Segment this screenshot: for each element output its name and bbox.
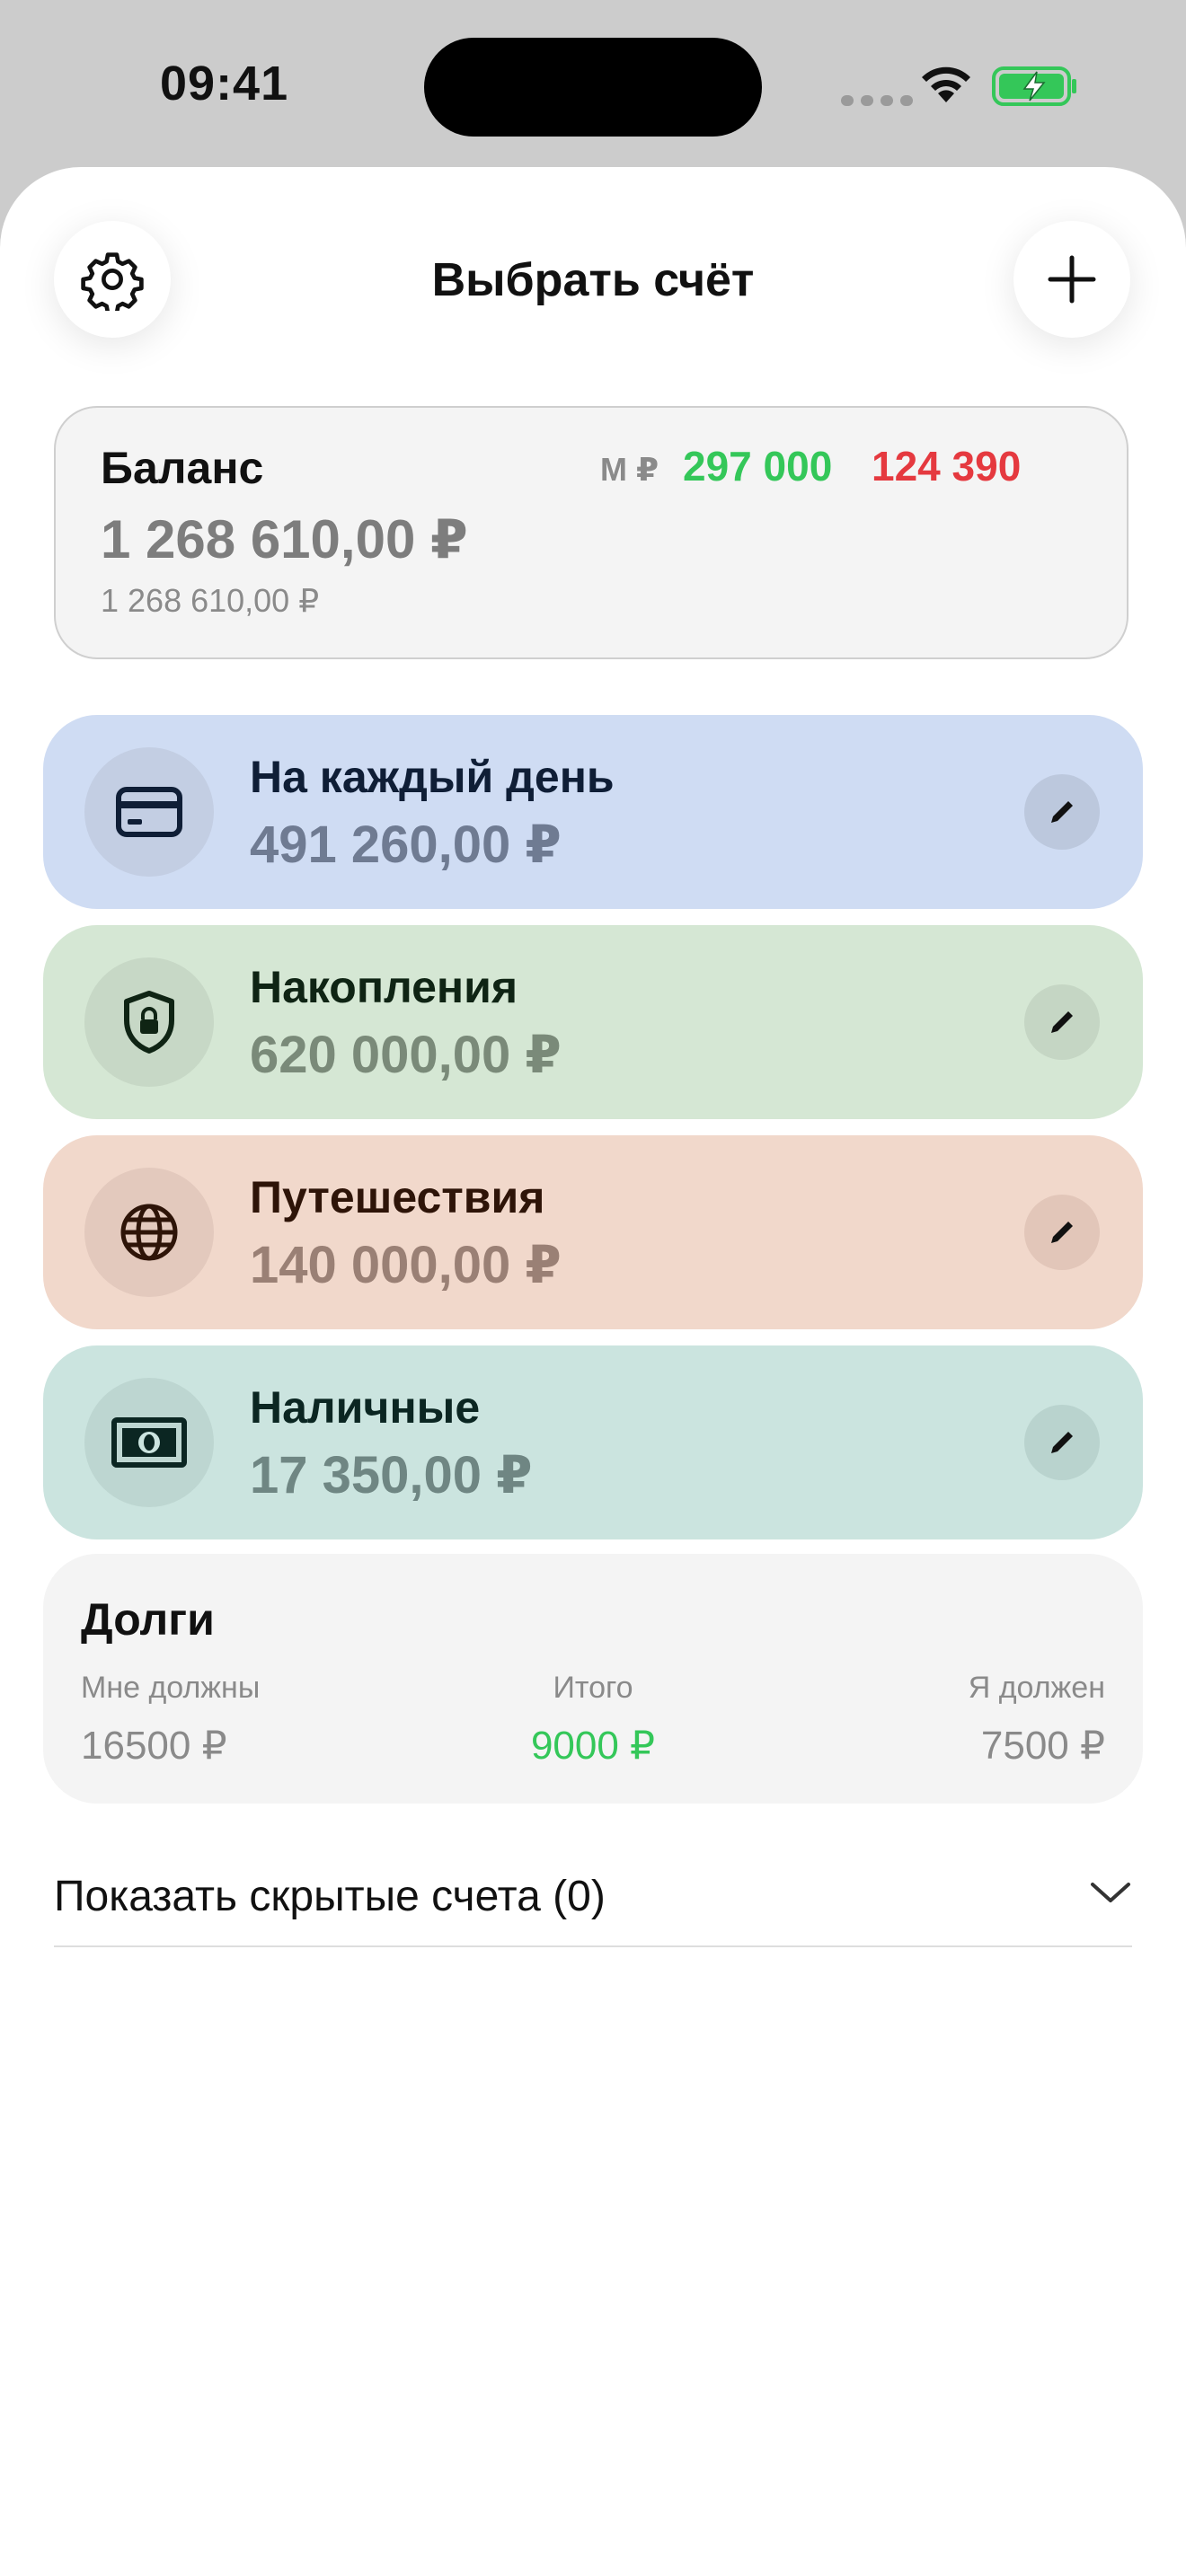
edit-account-button[interactable] (1024, 774, 1100, 850)
debts-total-value: 9000 ₽ (530, 1724, 656, 1768)
balance-title: Баланс (101, 443, 264, 493)
account-icon-container (84, 957, 214, 1087)
debts-title: Долги (81, 1594, 215, 1645)
add-account-button[interactable] (1013, 221, 1130, 338)
wifi-icon (922, 66, 970, 102)
show-hidden-accounts-label: Показать скрытые счета (0) (54, 1873, 606, 1920)
edit-account-button[interactable] (1024, 1195, 1100, 1270)
pencil-icon (1051, 801, 1073, 823)
account-name: Накопления (250, 962, 518, 1012)
account-icon-container (84, 1168, 214, 1297)
show-hidden-accounts-toggle[interactable]: Показать скрытые счета (0) (54, 1856, 1132, 1947)
edit-account-button[interactable] (1024, 1405, 1100, 1480)
banknote-icon (111, 1417, 187, 1468)
battery-charging-icon (992, 66, 1076, 106)
cellular-signal-icon (841, 95, 913, 106)
page-title: Выбрать счёт (431, 254, 755, 306)
balance-period-currency: М ₽ (600, 451, 659, 488)
account-card-savings[interactable]: Накопления 620 000,00 ₽ (43, 925, 1143, 1119)
balance-card[interactable]: Баланс 1 268 610,00 ₽ 1 268 610,00 ₽ М ₽… (54, 406, 1128, 659)
i-owe-value: 7500 ₽ (980, 1724, 1105, 1768)
account-amount: 620 000,00 ₽ (250, 1026, 562, 1084)
account-card-cash[interactable]: Наличные 17 350,00 ₽ (43, 1345, 1143, 1539)
balance-total: 1 268 610,00 ₽ (101, 509, 468, 569)
account-name: На каждый день (250, 752, 615, 802)
credit-card-icon (116, 787, 182, 837)
plus-icon (1048, 255, 1096, 304)
account-name: Наличные (250, 1382, 481, 1433)
account-amount: 140 000,00 ₽ (250, 1236, 562, 1294)
status-time: 09:41 (160, 57, 289, 110)
debts-card[interactable]: Долги Мне должны 16500 ₽ Итого 9000 ₽ Я … (43, 1554, 1143, 1804)
edit-account-button[interactable] (1024, 984, 1100, 1060)
account-amount: 491 260,00 ₽ (250, 816, 562, 874)
balance-income: 297 000 (683, 443, 833, 490)
account-name: Путешествия (250, 1172, 545, 1222)
globe-icon (120, 1204, 178, 1261)
account-card-everyday[interactable]: На каждый день 491 260,00 ₽ (43, 715, 1143, 909)
accounts-sheet: Выбрать счёт Баланс 1 268 610,00 ₽ 1 268… (0, 167, 1186, 2576)
balance-expense: 124 390 (872, 443, 1022, 490)
pencil-icon (1051, 1011, 1073, 1033)
account-icon-container (84, 1378, 214, 1507)
account-amount: 17 350,00 ₽ (250, 1446, 533, 1504)
pencil-icon (1051, 1222, 1073, 1243)
shield-lock-icon (124, 991, 174, 1054)
chevron-down-icon (1091, 1883, 1130, 1902)
pencil-icon (1051, 1432, 1073, 1453)
i-owe-label: Я должен (968, 1671, 1105, 1705)
balance-secondary: 1 268 610,00 ₽ (101, 582, 320, 619)
account-card-travel[interactable]: Путешествия 140 000,00 ₽ (43, 1135, 1143, 1329)
account-icon-container (84, 747, 214, 877)
dynamic-island (424, 38, 762, 137)
